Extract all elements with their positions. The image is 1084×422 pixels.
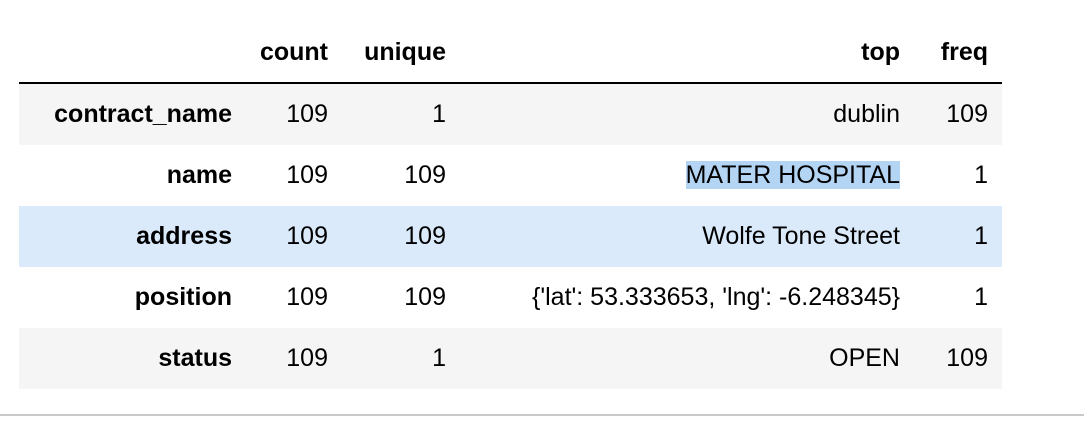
cell-freq[interactable]: 1 [914,206,1002,267]
table-row: position 109 109 {'lat': 53.333653, 'lng… [19,267,1002,328]
cell-top[interactable]: OPEN [460,328,914,389]
cell-separator [0,414,1084,416]
row-label: contract_name [54,100,232,128]
table-row: contract_name 109 1 dublin 109 [19,83,1002,145]
describe-table: count unique top freq contract_name 109 … [19,22,1002,389]
cell-count[interactable]: 109 [246,206,342,267]
row-label: address [136,222,232,250]
cell-freq[interactable]: 1 [914,267,1002,328]
cell-top[interactable]: dublin [460,83,914,145]
cell-top[interactable]: {'lat': 53.333653, 'lng': -6.248345} [460,267,914,328]
cell-count[interactable]: 109 [246,145,342,206]
cell-freq[interactable]: 109 [914,328,1002,389]
cell-top[interactable]: Wolfe Tone Street [460,206,914,267]
index-header [19,22,246,84]
cell-unique[interactable]: 1 [342,328,460,389]
cell-unique[interactable]: 1 [342,83,460,145]
column-header-top: top [460,22,914,84]
cell-unique[interactable]: 109 [342,206,460,267]
column-header-unique: unique [342,22,460,84]
cell-count[interactable]: 109 [246,328,342,389]
selected-text[interactable]: MATER HOSPITAL [685,161,900,189]
cell-unique[interactable]: 109 [342,145,460,206]
cell-freq[interactable]: 109 [914,83,1002,145]
column-header-count: count [246,22,342,84]
dataframe-output: count unique top freq contract_name 109 … [19,22,1002,389]
header-row: count unique top freq [19,22,1002,84]
column-header-freq: freq [914,22,1002,84]
row-label: name [166,161,232,189]
cell-freq[interactable]: 1 [914,145,1002,206]
table-body: contract_name 109 1 dublin 109 name 109 … [19,83,1002,389]
table-header: count unique top freq [19,22,1002,84]
row-label: status [158,344,232,372]
table-row: address 109 109 Wolfe Tone Street 1 [19,206,1002,267]
cell-count[interactable]: 109 [246,267,342,328]
row-label: position [134,283,232,311]
table-row: status 109 1 OPEN 109 [19,328,1002,389]
table-row: name 109 109 MATER HOSPITAL 1 [19,145,1002,206]
cell-unique[interactable]: 109 [342,267,460,328]
cell-count[interactable]: 109 [246,83,342,145]
cell-top[interactable]: MATER HOSPITAL [460,145,914,206]
